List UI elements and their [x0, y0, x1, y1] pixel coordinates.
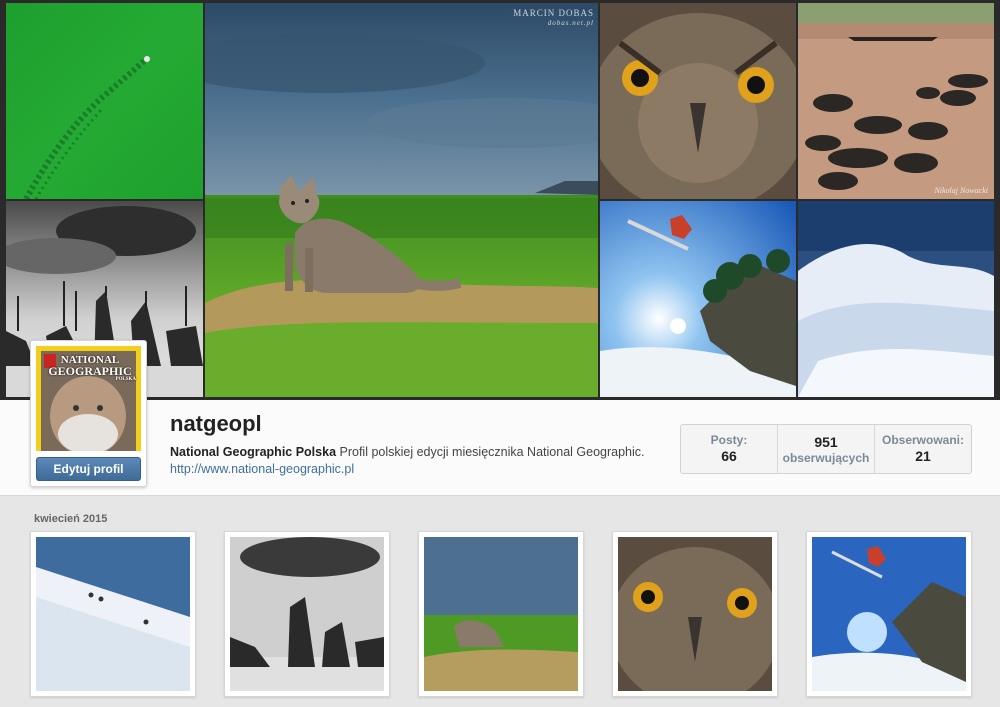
profile-full-name: National Geographic Polska [170, 445, 337, 459]
mosaic-photo-green-field[interactable] [6, 3, 203, 199]
feed-thumbnail-arctic-fox[interactable] [418, 531, 584, 697]
profile-stats: Posty: 66 951 obserwujących Obserwowani:… [680, 424, 972, 474]
profile-username: natgeopl [170, 411, 262, 436]
photo-watermark-site: dobas.net.pl [547, 19, 594, 27]
mosaic-photo-water-buffalo[interactable]: Nikolaj Nowacki [798, 3, 994, 199]
stat-posts-value: 66 [721, 448, 737, 464]
stat-posts-label: Posty: [710, 433, 748, 447]
feed-month-label: kwiecień 2015 [34, 513, 108, 525]
cover-title-line-2: GEOGRAPHIC [48, 364, 132, 378]
edit-profile-button[interactable]: Edytuj profil [36, 457, 141, 481]
feed-thumbnail-snow-slope[interactable] [30, 531, 196, 697]
stat-followers[interactable]: 951 obserwujących [778, 425, 875, 473]
feed-thumbnail-boats[interactable] [224, 531, 390, 697]
mosaic-photo-arctic-fox[interactable]: MARCIN DOBAS dobas.net.pl [205, 3, 598, 397]
mosaic-photo-skier[interactable] [600, 201, 796, 397]
stat-following-label: Obserwowani: [881, 433, 964, 447]
profile-avatar-card: NATIONAL GEOGRAPHIC POLSKA Edytuj profil [30, 340, 147, 487]
stat-posts[interactable]: Posty: 66 [681, 425, 778, 473]
stat-following-value: 21 [915, 448, 931, 464]
stat-followers-label: obserwujących [782, 451, 870, 465]
profile-bio-text: Profil polskiej edycji miesięcznika Nati… [336, 445, 645, 459]
mosaic-photo-owl[interactable] [600, 3, 796, 199]
stat-following[interactable]: Obserwowani: 21 [875, 425, 971, 473]
feed-thumbnail-owl[interactable] [612, 531, 778, 697]
mosaic-photo-snowy-mountains[interactable] [798, 201, 994, 397]
profile-website-link[interactable]: http://www.national-geographic.pl [170, 462, 354, 476]
stat-followers-value: 951 [814, 434, 838, 450]
profile-header-mosaic: MARCIN DOBAS dobas.net.pl Nikolaj Nowack… [0, 0, 1000, 400]
feed-thumbnail-skier[interactable] [806, 531, 972, 697]
avatar[interactable]: NATIONAL GEOGRAPHIC POLSKA [36, 346, 141, 451]
photo-watermark-author: MARCIN DOBAS [513, 8, 594, 18]
photo-watermark-author: Nikolaj Nowacki [934, 186, 988, 195]
profile-bio: National Geographic Polska Profil polski… [170, 445, 675, 459]
